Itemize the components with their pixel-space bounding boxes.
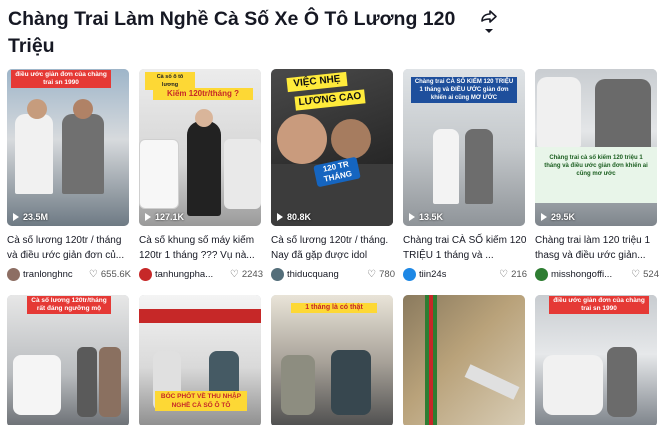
heart-icon: ♡ (499, 268, 509, 280)
play-icon (541, 213, 547, 221)
video-thumbnail[interactable]: Chàng trai cà số kiếm 120 triệu 1 tháng … (535, 69, 657, 226)
video-thumbnail[interactable]: 1 tháng là có thật (271, 295, 393, 425)
avatar[interactable] (535, 267, 548, 281)
video-meta: thiducquang ♡ 780 (271, 267, 395, 281)
thumbnail-overlay-text: điều ước giản đơn của chàng trai sn 1990 (549, 296, 649, 314)
view-count: 13.5K (409, 212, 443, 222)
video-meta: tanhungpha... ♡ 2243 (139, 267, 263, 281)
author-name[interactable]: thiducquang (287, 269, 339, 280)
video-thumbnail[interactable]: Chàng trai CÀ SỐ KIẾM 120 TRIỆU 1 tháng … (403, 69, 525, 226)
author-name[interactable]: tanhungpha... (155, 269, 213, 280)
heart-icon: ♡ (631, 268, 641, 280)
video-thumbnail[interactable]: Cà số lương 120tr/tháng rất đáng ngưỡng … (7, 295, 129, 425)
video-caption[interactable]: Cà số lương 120tr / tháng và điều ước gi… (7, 233, 131, 263)
thumbnail-overlay-text: điều ước giản đơn của chàng trai sn 1990 (11, 70, 111, 88)
thumbnail-overlay-text: Cà số lương 120tr/tháng rất đáng ngưỡng … (27, 296, 111, 314)
play-icon (409, 213, 415, 221)
avatar[interactable] (271, 267, 284, 281)
play-icon (13, 213, 19, 221)
thumbnail-overlay-text: Kiếm 120tr/tháng ? (153, 88, 253, 100)
thumbnail-overlay-text: Chàng trai CÀ SỐ KIẾM 120 TRIỆU 1 tháng … (411, 77, 517, 103)
view-count: 23.5M (13, 212, 48, 222)
author-name[interactable]: tiin24s (419, 269, 446, 280)
view-count: 29.5K (541, 212, 575, 222)
video-caption[interactable]: Cà số khung số máy kiếm 120tr 1 tháng ??… (139, 233, 263, 263)
avatar[interactable] (139, 267, 152, 281)
view-count: 80.8K (277, 212, 311, 222)
like-count: 216 (511, 268, 527, 280)
author-name[interactable]: misshongoffi... (551, 269, 612, 280)
like-count: 2243 (241, 268, 263, 280)
video-caption[interactable]: Cà số lương 120tr / tháng. Nay đã gặp đư… (271, 233, 395, 263)
play-icon (277, 213, 283, 221)
heart-icon: ♡ (367, 268, 377, 280)
view-count: 127.1K (145, 212, 184, 222)
heart-icon: ♡ (88, 268, 98, 280)
video-caption[interactable]: Chàng trai CÀ SỐ kiếm 120 TRIỆU 1 tháng … (403, 233, 527, 263)
video-meta: tranlonghnc ♡ 655.6K (7, 267, 131, 281)
share-arrow-icon (481, 10, 497, 33)
thumbnail-overlay-text: BÓC PHỐT VỀ THU NHẬP NGHỀ CÀ SỐ Ô TÔ (155, 391, 247, 411)
like-count: 524 (643, 268, 659, 280)
video-meta: tiin24s ♡ 216 (403, 267, 527, 281)
page-title: Chàng Trai Làm Nghề Cà Số Xe Ô Tô Lương … (8, 8, 456, 57)
share-button[interactable] (478, 8, 500, 36)
video-thumbnail[interactable]: điều ước giản đơn của chàng trai sn 1990 (535, 295, 657, 425)
like-count: 655.6K (100, 268, 131, 280)
video-caption[interactable]: Chàng trai làm 120 triệu 1 thasg và điều… (535, 233, 659, 263)
play-icon (145, 213, 151, 221)
video-thumbnail[interactable]: VIỆC NHẸ LƯƠNG CAO 120 TR THÁNG 80.8K (271, 69, 393, 226)
video-thumbnail[interactable]: Cà số ô tô lương Kiếm 120tr/tháng ? 127.… (139, 69, 261, 226)
video-thumbnail[interactable]: điều ước giản đơn của chàng trai sn 1990… (7, 69, 129, 226)
header: Chàng Trai Làm Nghề Cà Số Xe Ô Tô Lương … (8, 6, 478, 60)
author-name[interactable]: tranlonghnc (23, 269, 73, 280)
video-meta: misshongoffi... ♡ 524 (535, 267, 659, 281)
avatar[interactable] (7, 267, 20, 281)
avatar[interactable] (403, 267, 416, 281)
video-thumbnail[interactable]: BÓC PHỐT VỀ THU NHẬP NGHỀ CÀ SỐ Ô TÔ (139, 295, 261, 425)
heart-icon: ♡ (229, 268, 239, 280)
like-count: 780 (379, 268, 395, 280)
video-thumbnail[interactable] (403, 295, 525, 425)
thumbnail-overlay-text: 1 tháng là có thật (291, 303, 377, 313)
thumbnail-overlay-text: Chàng trai cà số kiếm 120 triệu 1 tháng … (544, 155, 648, 177)
